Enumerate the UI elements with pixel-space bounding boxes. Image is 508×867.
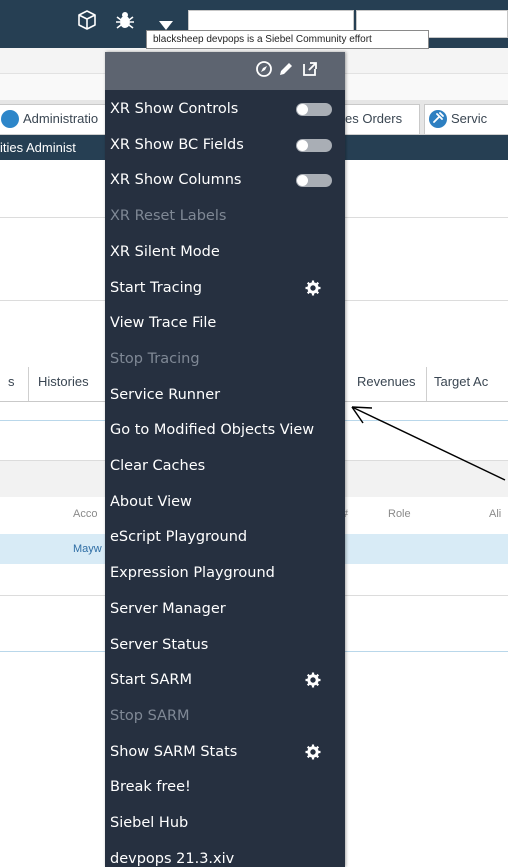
gear-icon[interactable]: [305, 744, 321, 764]
menu-item-stop-tracing: Stop Tracing: [110, 350, 200, 367]
devpops-menu: XR Show Controls XR Show BC Fields XR Show…: [105, 52, 345, 867]
menu-item-xr-show-controls[interactable]: XR Show Controls: [110, 95, 238, 123]
pencil-icon[interactable]: [277, 60, 295, 83]
tooltip: blacksheep devpops is a Siebel Community…: [146, 30, 429, 49]
toggle-switch[interactable]: [296, 103, 332, 116]
tab-separator: [426, 367, 427, 401]
tab-orders[interactable]: es Orders: [340, 104, 420, 134]
view-tab-revenues[interactable]: Revenues: [357, 374, 416, 389]
menu-item-devpops-21-3-xiv[interactable]: devpops 21.3.xiv: [110, 845, 234, 867]
menu-item-xr-show-bc-fields[interactable]: XR Show BC Fields: [110, 131, 244, 159]
toggle-switch[interactable]: [296, 174, 332, 188]
circle-icon: [1, 109, 19, 128]
menu-item-view-trace-file[interactable]: View Trace File: [110, 309, 216, 337]
menu-item-server-manager[interactable]: Server Manager: [110, 595, 226, 623]
menu-item-escript-playground[interactable]: eScript Playground: [110, 523, 247, 551]
cube-icon[interactable]: [78, 10, 96, 35]
menu-item-about-view[interactable]: About View: [110, 488, 192, 516]
menu-item-expression-playground[interactable]: Expression Playground: [110, 559, 275, 587]
toggle-switch[interactable]: [296, 138, 332, 152]
tab-separator: [28, 367, 29, 401]
external-link-icon[interactable]: [301, 60, 319, 83]
menu-item-siebel-hub[interactable]: Siebel Hub: [110, 809, 188, 837]
menu-item-break-free[interactable]: Break free!: [110, 773, 191, 801]
tab-administration[interactable]: Administratio: [0, 104, 108, 134]
menu-item-clear-caches[interactable]: Clear Caches: [110, 452, 205, 480]
view-tab-target-accounts[interactable]: Target Ac: [434, 374, 488, 389]
menu-header: [105, 52, 345, 90]
menu-item-go-to-modified-objects-view[interactable]: Go to Modified Objects View: [110, 416, 314, 444]
tab-label: Administratio: [23, 111, 99, 126]
menu-item-service-runner[interactable]: Service Runner: [110, 381, 220, 409]
compass-icon[interactable]: [255, 60, 273, 83]
gear-icon[interactable]: [305, 280, 321, 300]
column-header-alias[interactable]: Ali: [489, 508, 501, 520]
menu-item-server-status[interactable]: Server Status: [110, 631, 208, 659]
column-header-role[interactable]: Role: [388, 508, 411, 520]
column-header-account[interactable]: Acco: [73, 508, 97, 520]
menu-item-xr-show-columns[interactable]: XR Show Columns: [110, 166, 241, 194]
menu-item-xr-reset-labels: XR Reset Labels: [110, 208, 227, 225]
menu-item-xr-silent-mode[interactable]: XR Silent Mode: [110, 238, 220, 266]
menu-item-show-sarm-stats[interactable]: Show SARM Stats: [110, 738, 237, 766]
account-link[interactable]: Mayw: [73, 543, 102, 555]
view-tab-histories[interactable]: Histories: [38, 374, 89, 389]
tab-label: es Orders: [345, 111, 403, 126]
view-tab-partial[interactable]: s: [8, 374, 15, 389]
menu-item-stop-sarm: Stop SARM: [110, 707, 190, 724]
siebel-application: blacksheep devpops is a Siebel Community…: [0, 0, 508, 867]
tools-icon: [429, 109, 447, 128]
menu-item-start-sarm[interactable]: Start SARM: [110, 666, 192, 694]
menu-item-start-tracing[interactable]: Start Tracing: [110, 274, 202, 302]
gear-icon[interactable]: [305, 672, 321, 692]
tab-label: Servic: [451, 111, 488, 126]
view-bar-label[interactable]: ities Administ: [0, 140, 76, 155]
tab-service[interactable]: Servic: [424, 104, 508, 134]
bug-icon[interactable]: [114, 10, 136, 37]
